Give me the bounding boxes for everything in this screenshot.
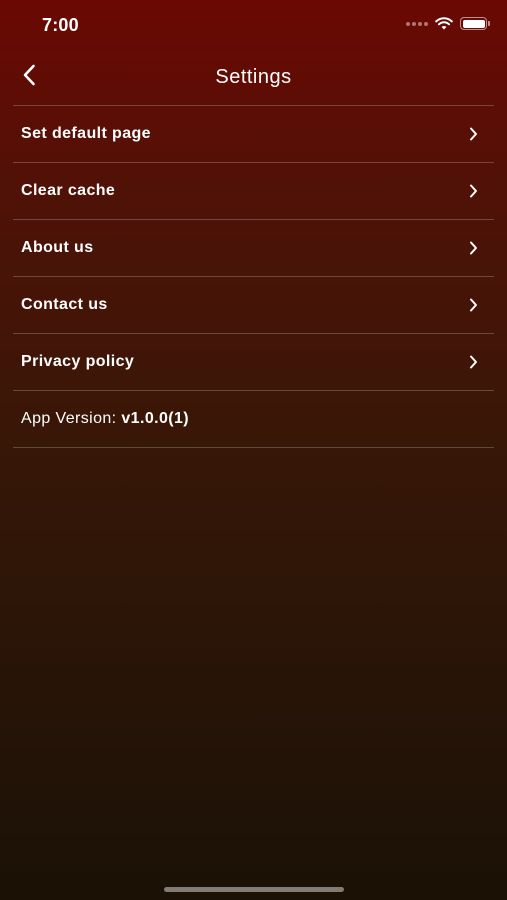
app-version-text: App Version: v1.0.0(1)	[21, 410, 189, 428]
settings-item-set-default-page[interactable]: Set default page	[13, 106, 494, 163]
settings-item-privacy-policy[interactable]: Privacy policy	[13, 334, 494, 391]
settings-item-label: Clear cache	[21, 182, 116, 199]
chevron-right-icon	[469, 298, 478, 312]
settings-item-contact-us[interactable]: Contact us	[13, 277, 494, 334]
app-version-value: v1.0.0(1)	[121, 410, 190, 427]
settings-item-label: About us	[21, 239, 94, 256]
app-version-row: App Version: v1.0.0(1)	[13, 391, 494, 448]
settings-list: Set default page Clear cache About us Co…	[13, 105, 494, 448]
settings-item-label: Privacy policy	[21, 353, 135, 370]
chevron-right-icon	[469, 355, 478, 369]
settings-item-label: Contact us	[21, 296, 108, 313]
battery-fill	[462, 19, 485, 28]
chevron-right-icon	[469, 184, 478, 198]
app-version-label: App Version:	[21, 410, 122, 427]
nav-bar: Settings	[0, 52, 507, 105]
status-time: 7:00	[42, 15, 79, 35]
settings-item-clear-cache[interactable]: Clear cache	[13, 163, 494, 220]
status-icons	[406, 17, 490, 30]
battery-icon	[460, 17, 490, 30]
chevron-right-icon	[469, 241, 478, 255]
settings-item-about-us[interactable]: About us	[13, 220, 494, 277]
wifi-icon	[435, 17, 453, 30]
signal-icon	[406, 21, 428, 26]
chevron-right-icon	[469, 127, 478, 141]
page-title: Settings	[215, 66, 292, 88]
home-indicator[interactable]	[164, 887, 344, 892]
settings-item-label: Set default page	[21, 125, 151, 142]
status-bar: 7:00	[0, 0, 507, 52]
